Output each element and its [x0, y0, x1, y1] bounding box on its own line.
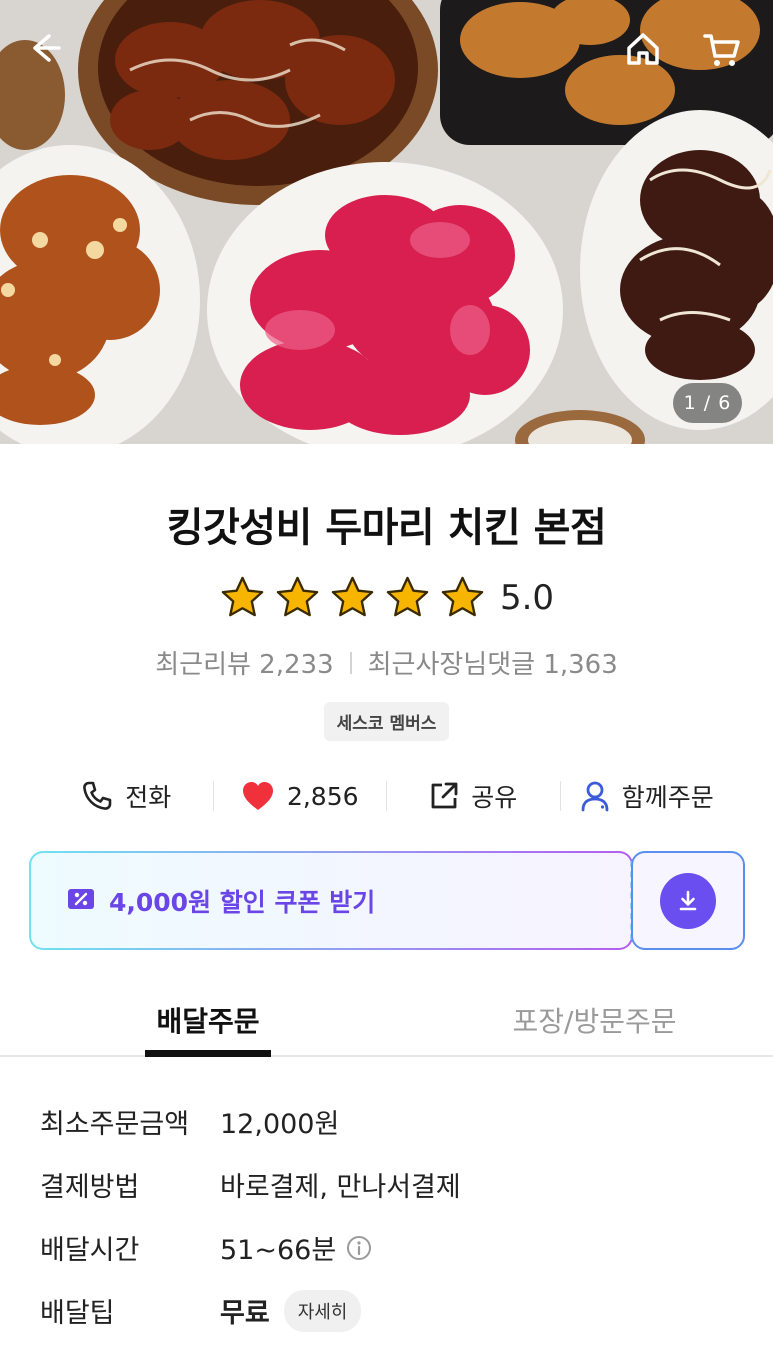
min-order-label: 최소주문금액 — [40, 1109, 190, 1140]
person-icon — [580, 780, 610, 812]
cesco-badge: 세스코 멤버스 — [323, 702, 450, 741]
payment-row: 결제방법 바로결제, 만나서결제 — [40, 1153, 740, 1216]
action-bar: 전화 2,856 공유 함께주문 — [40, 770, 733, 822]
owner-replies[interactable]: 최근사장님댓글 1,363 — [368, 644, 618, 681]
tab-delivery[interactable]: 배달주문 — [0, 985, 416, 1057]
coupon-icon — [67, 887, 95, 915]
star-rating — [219, 574, 486, 621]
store-hero-image[interactable]: 1 / 6 — [0, 0, 773, 444]
delivery-tip-row: 배달팁 무료 자세히 — [40, 1279, 740, 1342]
like-button[interactable]: 2,856 — [214, 780, 387, 812]
min-order-value: 12,000원 — [220, 1109, 340, 1140]
min-order-row: 최소주문금액 12,000원 — [40, 1090, 740, 1153]
rating-value: 5.0 — [499, 577, 555, 618]
share-button[interactable]: 공유 — [387, 778, 560, 814]
delivery-tip-value: 무료 — [220, 1298, 270, 1329]
payment-label: 결제방법 — [40, 1172, 140, 1203]
share-icon — [429, 781, 459, 811]
tab-pickup[interactable]: 포장/방문주문 — [416, 985, 773, 1055]
star-icon — [441, 576, 484, 617]
recent-reviews[interactable]: 최근리뷰 2,233 — [155, 644, 333, 681]
detail-button[interactable]: 자세히 — [283, 1289, 362, 1332]
star-icon — [276, 576, 319, 617]
call-button[interactable]: 전화 — [40, 778, 213, 814]
rating-row[interactable]: 5.0 — [0, 574, 773, 621]
home-icon — [627, 33, 659, 65]
group-order-button[interactable]: 함께주문 — [561, 778, 734, 814]
divider — [349, 651, 352, 674]
phone-icon — [81, 780, 113, 812]
cart-button[interactable] — [702, 30, 746, 74]
coupon-label: 4,000원 할인 쿠폰 받기 — [109, 887, 376, 917]
coupon-banner[interactable]: 4,000원 할인 쿠폰 받기 — [29, 851, 745, 950]
back-arrow-icon — [33, 34, 61, 62]
home-button[interactable] — [624, 30, 668, 74]
coupon-download-button[interactable] — [631, 851, 745, 950]
delivery-tip-label: 배달팁 — [40, 1298, 115, 1329]
share-label: 공유 — [471, 783, 518, 812]
star-icon — [221, 576, 264, 617]
cart-icon — [703, 34, 740, 66]
payment-value: 바로결제, 만나서결제 — [220, 1172, 461, 1203]
download-icon — [660, 872, 716, 929]
group-order-label: 함께주문 — [621, 783, 714, 812]
tab-delivery-label: 배달주문 — [156, 1005, 260, 1038]
tab-active-indicator — [145, 1050, 271, 1057]
delivery-time-wrap: 51~66분 — [220, 1228, 372, 1267]
delivery-time-label: 배달시간 — [40, 1235, 140, 1266]
like-count: 2,856 — [286, 781, 359, 811]
order-type-tabs: 배달주문 포장/방문주문 — [0, 985, 773, 1057]
delivery-time-value: 51~66분 — [220, 1235, 337, 1266]
star-icon — [386, 576, 429, 617]
back-button[interactable] — [27, 30, 71, 74]
info-icon[interactable] — [346, 1235, 372, 1261]
delivery-tip-wrap: 무료 자세히 — [220, 1289, 362, 1332]
review-summary[interactable]: 최근리뷰 2,233 최근사장님댓글 1,363 — [0, 644, 773, 681]
delivery-info: 최소주문금액 12,000원 결제방법 바로결제, 만나서결제 배달시간 51~… — [40, 1090, 740, 1342]
image-pager: 1 / 6 — [673, 383, 742, 423]
delivery-time-row: 배달시간 51~66분 — [40, 1216, 740, 1279]
star-icon — [331, 576, 374, 617]
store-title: 킹갓성비 두마리 치킨 본점 — [166, 505, 607, 551]
call-label: 전화 — [125, 783, 172, 812]
heart-icon — [241, 780, 275, 812]
tab-pickup-label: 포장/방문주문 — [512, 1005, 677, 1038]
coupon-main[interactable]: 4,000원 할인 쿠폰 받기 — [29, 851, 633, 950]
